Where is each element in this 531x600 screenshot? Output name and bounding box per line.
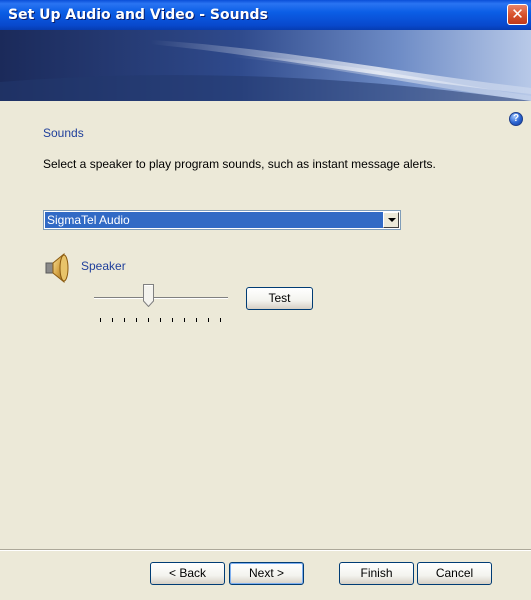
slider-ticks xyxy=(100,318,228,322)
slider-tick xyxy=(220,318,221,322)
slider-tick xyxy=(124,318,125,322)
speaker-device-select[interactable]: SigmaTel Audio xyxy=(43,210,401,230)
slider-tick xyxy=(172,318,173,322)
header-banner xyxy=(0,30,531,101)
window-title: Set Up Audio and Video - Sounds xyxy=(8,7,268,23)
close-icon[interactable]: ✕ xyxy=(507,4,528,25)
back-button[interactable]: < Back xyxy=(150,562,225,585)
section-description: Select a speaker to play program sounds,… xyxy=(43,157,436,171)
cancel-button[interactable]: Cancel xyxy=(417,562,492,585)
slider-tick xyxy=(100,318,101,322)
slider-tick xyxy=(148,318,149,322)
title-bar: Set Up Audio and Video - Sounds ✕ xyxy=(0,0,531,30)
slider-tick xyxy=(136,318,137,322)
speaker-label: Speaker xyxy=(81,259,126,273)
test-button[interactable]: Test xyxy=(246,287,313,310)
slider-tick xyxy=(184,318,185,322)
speaker-volume-slider[interactable] xyxy=(94,284,234,324)
speaker-icon xyxy=(44,252,72,284)
slider-tick xyxy=(196,318,197,322)
section-title: Sounds xyxy=(43,126,84,140)
footer-divider xyxy=(0,549,531,551)
slider-tick xyxy=(160,318,161,322)
slider-tick xyxy=(208,318,209,322)
chevron-down-icon[interactable] xyxy=(383,212,399,228)
speaker-device-value: SigmaTel Audio xyxy=(45,212,385,228)
slider-thumb[interactable] xyxy=(143,284,154,308)
help-icon[interactable]: ? xyxy=(509,112,523,126)
slider-track xyxy=(94,297,228,299)
finish-button[interactable]: Finish xyxy=(339,562,414,585)
slider-tick xyxy=(112,318,113,322)
next-button[interactable]: Next > xyxy=(229,562,304,585)
